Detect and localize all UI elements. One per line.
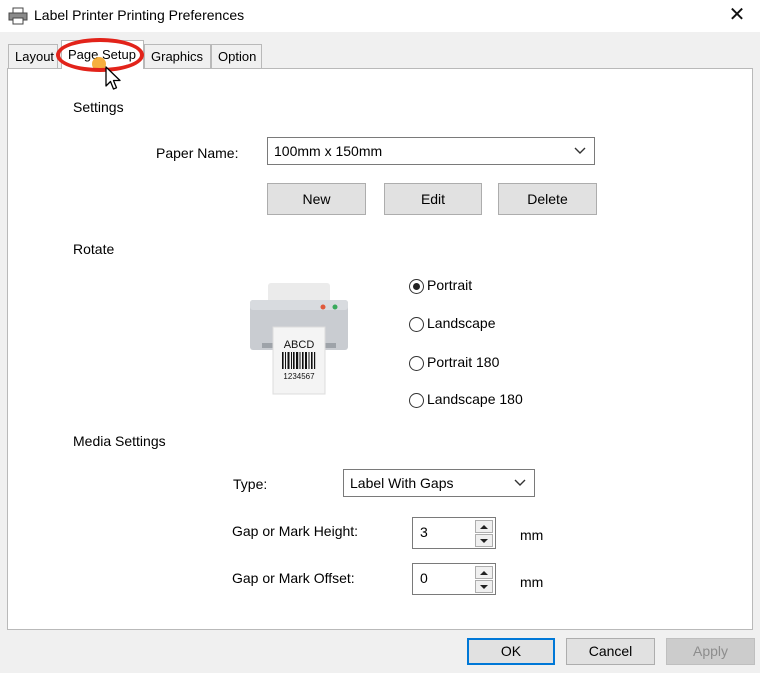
tab-label: Layout xyxy=(15,49,55,64)
window-title: Label Printer Printing Preferences xyxy=(34,7,245,23)
media-type-value: Label With Gaps xyxy=(350,475,454,491)
rotate-group-label: Rotate xyxy=(73,241,115,257)
media-type-dropdown[interactable]: Label With Gaps xyxy=(343,469,535,497)
page-setup-panel: Settings Paper Name: 100mm x 150mm New E… xyxy=(7,68,753,630)
radio-label: Portrait xyxy=(427,277,473,293)
tab-graphics[interactable]: Graphics xyxy=(144,44,211,68)
radio-portrait[interactable]: Portrait xyxy=(409,276,529,296)
apply-button[interactable]: Apply xyxy=(666,638,755,665)
new-button-label: New xyxy=(302,191,331,207)
chevron-down-icon xyxy=(514,479,526,486)
spinner-down-button[interactable] xyxy=(475,580,493,593)
media-settings-group-label: Media Settings xyxy=(73,433,166,449)
title-bar: Label Printer Printing Preferences ✕ xyxy=(0,0,760,32)
tab-option[interactable]: Option xyxy=(211,44,262,68)
radio-circle xyxy=(409,393,424,408)
radio-landscape[interactable]: Landscape xyxy=(409,314,529,334)
delete-button[interactable]: Delete xyxy=(498,183,597,215)
arrow-down-icon xyxy=(480,539,488,543)
gap-offset-value: 0 xyxy=(420,570,428,586)
radio-label: Landscape xyxy=(427,315,496,331)
gap-offset-spinner[interactable]: 0 xyxy=(412,563,496,595)
printer-preview-icon: ABCD 1234567 xyxy=(250,283,348,395)
gap-height-value: 3 xyxy=(420,524,428,540)
divider xyxy=(150,248,687,249)
radio-landscape-180[interactable]: Landscape 180 xyxy=(409,390,549,410)
spinner-up-button[interactable] xyxy=(475,566,493,579)
ok-button[interactable]: OK xyxy=(467,638,555,665)
radio-label: Portrait 180 xyxy=(427,354,500,370)
arrow-down-icon xyxy=(480,585,488,589)
divider xyxy=(150,106,687,107)
type-label: Type: xyxy=(233,476,268,492)
tab-label: Option xyxy=(218,49,257,64)
new-button[interactable]: New xyxy=(267,183,366,215)
radio-circle xyxy=(409,317,424,332)
cancel-button-label: Cancel xyxy=(588,643,633,659)
arrow-up-icon xyxy=(480,525,488,529)
tab-label: Graphics xyxy=(151,49,204,64)
gap-height-label: Gap or Mark Height: xyxy=(232,523,359,539)
gap-offset-label: Gap or Mark Offset: xyxy=(232,570,355,586)
close-icon: ✕ xyxy=(728,4,746,26)
apply-button-label: Apply xyxy=(692,643,729,659)
radio-label: Landscape 180 xyxy=(427,391,523,407)
paper-name-dropdown[interactable]: 100mm x 150mm xyxy=(267,137,595,165)
printer-icon xyxy=(8,7,28,25)
delete-button-label: Delete xyxy=(527,191,568,207)
gap-height-unit: mm xyxy=(520,527,544,543)
cancel-button[interactable]: Cancel xyxy=(566,638,655,665)
close-button[interactable]: ✕ xyxy=(714,0,760,32)
gap-offset-unit: mm xyxy=(520,574,544,590)
preview-barcode-number: 1234567 xyxy=(283,372,315,381)
chevron-down-icon xyxy=(574,147,586,154)
arrow-up-icon xyxy=(480,571,488,575)
divider xyxy=(205,441,686,442)
edit-button-label: Edit xyxy=(420,191,446,207)
mouse-cursor-icon xyxy=(105,66,121,90)
spinner-up-button[interactable] xyxy=(475,520,493,533)
preview-label-text: ABCD xyxy=(284,339,315,351)
spinner-down-button[interactable] xyxy=(475,534,493,547)
radio-circle xyxy=(409,356,424,371)
radio-circle xyxy=(409,279,424,294)
tab-layout[interactable]: Layout xyxy=(8,44,58,68)
settings-group-label: Settings xyxy=(73,99,124,115)
ok-button-label: OK xyxy=(500,643,522,659)
paper-name-label: Paper Name: xyxy=(156,145,239,161)
edit-button[interactable]: Edit xyxy=(384,183,482,215)
radio-portrait-180[interactable]: Portrait 180 xyxy=(409,353,529,373)
paper-name-value: 100mm x 150mm xyxy=(274,143,383,159)
gap-height-spinner[interactable]: 3 xyxy=(412,517,496,549)
